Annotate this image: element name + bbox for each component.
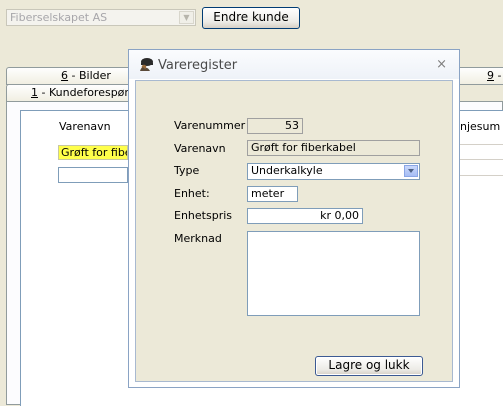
merknad-label: Merknad [174, 232, 222, 245]
dialog-titlebar[interactable]: Vareregister × [129, 50, 459, 79]
dialog-client-area: Varenummer 53 Varenavn Grøft for fiberka… [135, 80, 453, 382]
tab-9-number: 9 [487, 69, 494, 82]
type-select-value: Underkalkyle [251, 164, 323, 177]
enhet-label: Enhet: [174, 187, 210, 200]
tab-9-label: - [494, 69, 502, 82]
tab-bilder-number: 6 [61, 69, 69, 82]
grid-cell-selected[interactable]: Grøft for fiberkabel [58, 145, 128, 160]
tab-bilder-label: - Bilder [68, 69, 111, 82]
varenummer-field: 53 [247, 118, 303, 134]
varenavn-label: Varenavn [174, 142, 226, 155]
customer-combo: Fiberselskapet AS ▼ [6, 9, 196, 26]
app-icon [138, 57, 154, 72]
grid-row-divider [459, 175, 503, 176]
grid-row-divider [459, 144, 503, 145]
type-label: Type [174, 164, 200, 177]
edit-customer-button[interactable]: Endre kunde [202, 7, 300, 29]
varenavn-field[interactable]: Grøft for fiberkabel [247, 140, 420, 156]
tab-kunde-number: 1 [31, 86, 38, 99]
enhetspris-label: Enhetspris [174, 209, 232, 222]
save-and-close-button[interactable]: Lagre og lukk [315, 356, 423, 376]
vareregister-dialog: Vareregister × Varenummer 53 Varenavn Gr… [128, 49, 460, 388]
type-select[interactable]: Underkalkyle [247, 163, 420, 180]
grid-header-varenavn: Varenavn [59, 120, 111, 133]
grid-header-enhetssum: njesum [460, 120, 501, 133]
varenummer-label: Varenummer [174, 119, 246, 132]
enhetspris-field[interactable]: kr 0,00 [247, 208, 363, 224]
merknad-textarea[interactable] [247, 231, 420, 316]
chevron-down-icon[interactable] [404, 165, 418, 177]
customer-combo-value: Fiberselskapet AS [10, 11, 108, 24]
dialog-title: Vareregister [158, 58, 238, 73]
grid-cell-empty[interactable] [58, 167, 128, 183]
close-icon[interactable]: × [436, 57, 447, 72]
enhet-field[interactable]: meter [247, 186, 298, 202]
tab-9[interactable]: 9 - [456, 67, 503, 84]
chevron-down-icon: ▼ [179, 11, 194, 24]
grid-row-divider [459, 159, 503, 160]
